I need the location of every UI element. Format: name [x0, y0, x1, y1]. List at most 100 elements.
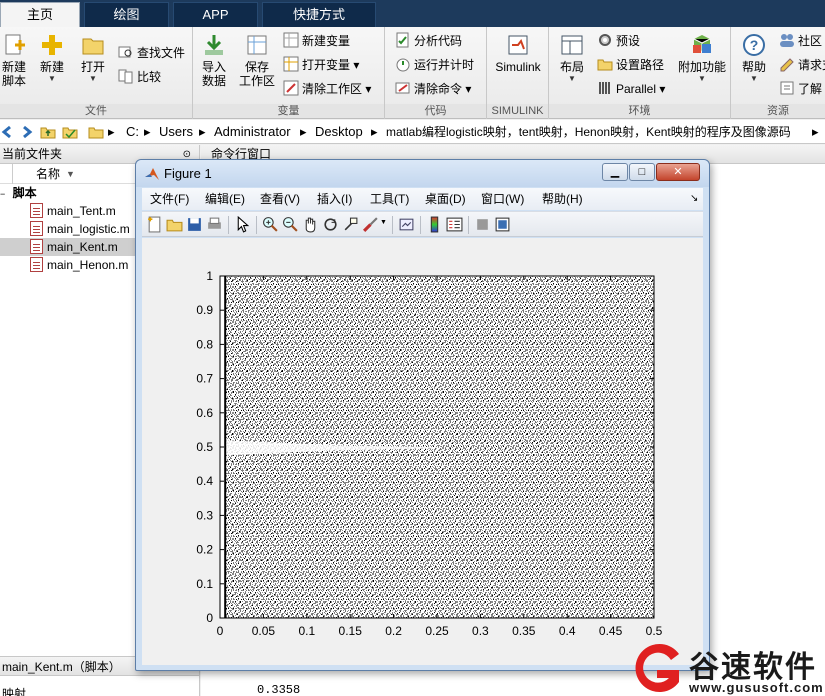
find-files-button[interactable]: 查找文件 [118, 43, 185, 63]
breadcrumb-users[interactable]: Users [159, 120, 193, 144]
watermark-url: www.gususoft.com [689, 680, 824, 695]
menu-edit[interactable]: 编辑(E) [205, 188, 245, 210]
open-variable-button[interactable]: 打开变量 ▾ [283, 55, 359, 75]
back-arrow-icon[interactable] [0, 124, 16, 140]
parallel-button[interactable]: Parallel ▾ [597, 79, 665, 99]
import-data-button[interactable]: 导入 数据 [199, 33, 229, 88]
code-group-title: 代码 [385, 104, 486, 118]
new-figure-icon[interactable] [146, 216, 163, 233]
path-separator-icon: ▸ [108, 124, 115, 139]
colorbar-icon[interactable] [426, 216, 443, 233]
breadcrumb-project-folder[interactable]: matlab编程logistic映射，tent映射，Henon映射，Kent映射… [386, 120, 791, 144]
y-tick-label: 0.2 [196, 543, 213, 557]
scatter-plot[interactable]: 0 0.05 0.1 0.15 0.2 0.25 0.3 0.35 0.4 0.45 0.5 0 0.1… [142, 238, 703, 665]
breadcrumb-drive[interactable]: C: [126, 120, 139, 144]
layout-button[interactable]: 布局 ▼ [555, 33, 589, 84]
toolbar-separator [392, 216, 393, 234]
y-tick-label: 1 [206, 269, 213, 283]
drive-folder-icon [88, 127, 104, 139]
help-icon: ? [743, 34, 765, 56]
pan-hand-icon[interactable] [302, 216, 319, 233]
toolbar-separator [228, 216, 229, 234]
y-tick-label: 0.8 [196, 337, 213, 351]
analyze-code-button[interactable]: 分析代码 [395, 31, 462, 51]
help-button[interactable]: ? 帮助 ▼ [737, 33, 771, 84]
path-separator-icon: ▸ [199, 124, 206, 139]
tab-shortcuts[interactable]: 快捷方式 [262, 2, 376, 27]
clear-commands-button[interactable]: 清除命令 ▾ [395, 79, 471, 99]
print-icon[interactable] [206, 216, 223, 233]
clear-workspace-button[interactable]: 清除工作区 ▾ [283, 79, 371, 99]
plus-icon [42, 35, 62, 55]
gear-icon [599, 34, 611, 46]
y-tick-label: 0 [206, 611, 213, 625]
breadcrumb-desktop[interactable]: Desktop [315, 120, 363, 144]
close-button[interactable]: ✕ [656, 163, 700, 181]
browse-folder-icon[interactable] [62, 124, 78, 140]
collapse-icon: − [0, 189, 6, 199]
request-support-button[interactable]: 请求支 [779, 55, 825, 75]
menu-view[interactable]: 查看(V) [260, 188, 300, 210]
menu-tools[interactable]: 工具(T) [370, 188, 409, 210]
svg-text:?: ? [750, 37, 759, 53]
address-bar: ▸ C: ▸ Users ▸ Administrator ▸ Desktop ▸… [0, 120, 825, 144]
link-plot-icon[interactable] [398, 216, 415, 233]
show-tools-icon[interactable] [494, 216, 511, 233]
new-script-button[interactable]: 新建 脚本 [0, 33, 28, 88]
environment-group: 布局 ▼ 预设 设置路径 Parallel ▾ 附加功能 ▼ 环境 [549, 27, 731, 119]
community-button[interactable]: 社区 [779, 31, 822, 51]
learn-matlab-button[interactable]: 了解 [779, 79, 822, 99]
rotate-3d-icon[interactable] [322, 216, 339, 233]
open-button[interactable]: 打开 ▼ [76, 33, 110, 84]
y-tick-label: 0.6 [196, 406, 213, 420]
y-tick-label: 0.7 [196, 372, 213, 386]
tab-apps[interactable]: APP [173, 2, 258, 27]
set-path-button[interactable]: 设置路径 [597, 55, 664, 75]
brush-dropdown-icon[interactable]: ▼ [380, 219, 387, 226]
preferences-button[interactable]: 预设 [597, 31, 640, 51]
menu-file[interactable]: 文件(F) [150, 188, 189, 210]
menu-insert[interactable]: 插入(I) [317, 188, 352, 210]
forward-arrow-icon[interactable] [18, 124, 34, 140]
watermark-logo: 谷速软件 www.gususoft.com [627, 640, 825, 696]
x-tick-label: 0.1 [298, 624, 315, 638]
minimize-button[interactable]: ▁ [602, 163, 628, 181]
zoom-in-icon[interactable] [262, 216, 279, 233]
compare-button[interactable]: 比较 [118, 67, 161, 87]
m-file-icon [30, 239, 43, 254]
tab-home[interactable]: 主页 [0, 2, 80, 27]
column-divider [12, 164, 13, 184]
tab-plots[interactable]: 绘图 [84, 2, 169, 27]
menu-help[interactable]: 帮助(H) [542, 188, 583, 210]
dropdown-arrow-icon: ▼ [750, 74, 758, 83]
command-output: 0.3358 [257, 683, 301, 696]
brush-icon[interactable] [362, 216, 379, 233]
maximize-button[interactable]: □ [629, 163, 655, 181]
add-ons-button[interactable]: 附加功能 ▼ [677, 33, 727, 84]
watermark-g-icon [635, 644, 679, 692]
save-icon[interactable] [186, 216, 203, 233]
run-and-time-button[interactable]: 运行并计时 [395, 55, 474, 75]
data-cursor-icon[interactable] [342, 216, 359, 233]
analyze-code-icon [396, 32, 409, 48]
dock-arrow-icon[interactable]: ↘ [690, 188, 698, 210]
legend-icon[interactable] [446, 216, 463, 233]
save-workspace-button[interactable]: 保存 工作区 [237, 33, 277, 88]
x-tick-label: 0.25 [425, 624, 449, 638]
hide-tools-icon[interactable] [474, 216, 491, 233]
zoom-out-icon[interactable] [282, 216, 299, 233]
menu-desktop[interactable]: 桌面(D) [425, 188, 466, 210]
new-button[interactable]: 新建 ▼ [36, 33, 68, 84]
open-file-icon[interactable] [166, 216, 183, 233]
simulink-button[interactable]: Simulink [491, 33, 545, 74]
breadcrumb-administrator[interactable]: Administrator [214, 120, 291, 144]
simulink-group: Simulink SIMULINK [487, 27, 549, 119]
pointer-icon[interactable] [234, 216, 251, 233]
up-folder-icon[interactable] [40, 124, 56, 140]
run-time-icon [396, 58, 410, 72]
find-files-icon [118, 46, 132, 58]
figure-title-bar[interactable]: Figure 1 ▁ □ ✕ [136, 160, 709, 187]
new-variable-button[interactable]: 新建变量 [283, 31, 350, 51]
menu-window[interactable]: 窗口(W) [481, 188, 524, 210]
x-tick-label: 0.15 [339, 624, 363, 638]
